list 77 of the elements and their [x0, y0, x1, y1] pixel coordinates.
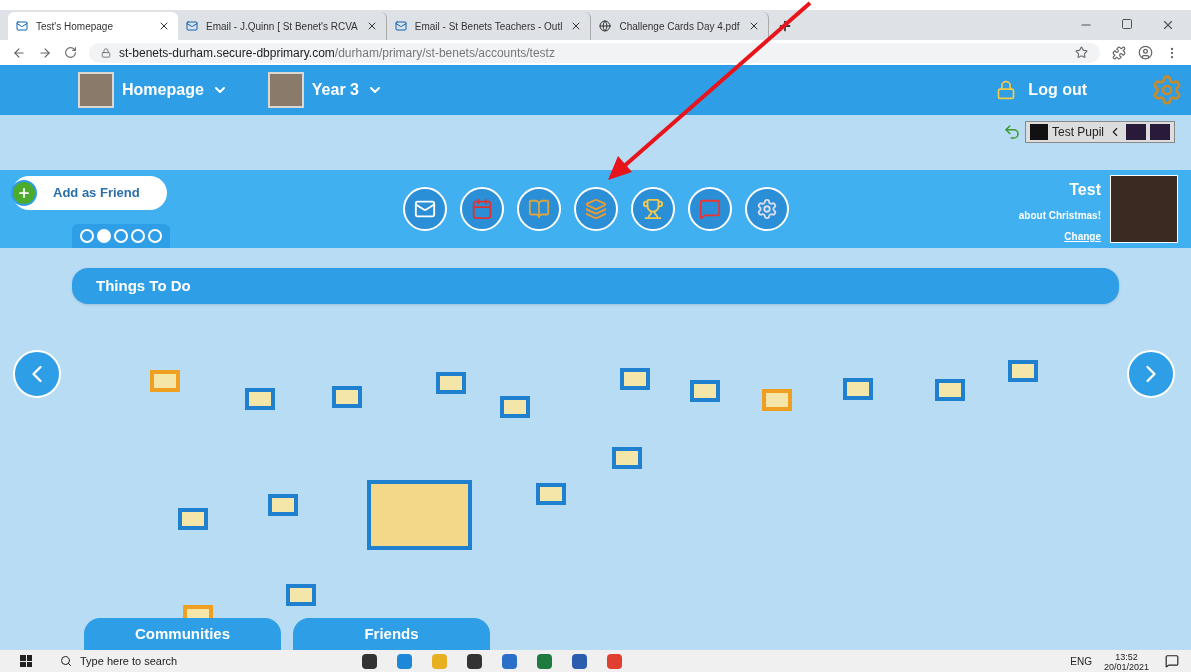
next-button[interactable]	[1127, 350, 1175, 398]
back-arrow-icon[interactable]	[1002, 123, 1021, 141]
photo-placeholder	[78, 72, 114, 108]
clock-time: 13:52	[1115, 652, 1138, 662]
section-title: Things To Do	[96, 275, 191, 296]
restore-icon[interactable]	[1121, 18, 1133, 30]
avatar-placeholder	[1150, 124, 1170, 140]
thumbnail-placeholder[interactable]	[690, 380, 720, 402]
profile-status: about Christmas!	[1018, 209, 1101, 223]
search-icon	[60, 655, 72, 667]
browser-tab[interactable]: Test's Homepage	[8, 12, 178, 40]
toolbar-button[interactable]	[630, 187, 675, 231]
thumbnail-placeholder[interactable]	[150, 370, 180, 392]
toolbar-icon	[584, 198, 607, 220]
thumbnail-placeholder[interactable]	[843, 378, 873, 400]
address-bar[interactable]: st-benets-durham.secure-dbprimary.com/durham/primary/st-benets/accounts/testz	[89, 42, 1100, 63]
mail-icon	[394, 20, 407, 32]
toolbar-button[interactable]	[573, 187, 618, 231]
toolbar-icon	[413, 198, 436, 220]
photo-placeholder	[267, 72, 304, 108]
back-icon[interactable]	[12, 45, 26, 60]
clock-date: 20/01/2021	[1103, 662, 1149, 672]
previous-button[interactable]	[13, 350, 61, 398]
toolbar-button[interactable]	[744, 187, 789, 231]
toolbar-button[interactable]	[516, 187, 561, 231]
toolbar-button[interactable]	[402, 187, 447, 231]
profile-name: Test	[1069, 180, 1101, 200]
url-path: /durham/primary/st-benets/accounts/testz	[334, 44, 555, 62]
mail-icon	[16, 20, 28, 32]
thumbnail-placeholder[interactable]	[245, 388, 275, 410]
mail-icon	[186, 20, 198, 32]
taskbar-search[interactable]: Type here to search	[52, 652, 312, 670]
thumbnail-placeholder[interactable]	[286, 584, 316, 606]
thumbnail-placeholder[interactable]	[436, 372, 466, 394]
app-icon[interactable]	[362, 653, 377, 669]
notifications-icon[interactable]	[1165, 654, 1179, 668]
toolbar-icon	[470, 198, 493, 220]
thumbnail-placeholder[interactable]	[332, 386, 362, 408]
toolbar-button[interactable]	[459, 187, 504, 231]
app-icon[interactable]	[467, 653, 482, 669]
toolbar-icon	[641, 198, 664, 220]
url-host: st-benets-durham.secure-dbprimary.com	[119, 44, 335, 62]
toolbar-icon	[755, 198, 778, 220]
add-friend-button[interactable]: Add as Friend	[12, 176, 167, 210]
photo-placeholder	[1110, 175, 1178, 243]
close-icon[interactable]	[158, 20, 170, 32]
thumbnail-placeholder[interactable]	[620, 368, 650, 390]
thumbnail-placeholder[interactable]	[183, 605, 213, 618]
thumbnail-placeholder[interactable]	[612, 447, 642, 469]
app-icon[interactable]	[537, 653, 552, 669]
app-icon[interactable]	[572, 653, 587, 669]
thumbnail-placeholder[interactable]	[268, 494, 298, 516]
avatar-placeholder	[1029, 124, 1048, 140]
globe-icon	[599, 20, 612, 32]
lock-icon	[101, 47, 111, 58]
padlock-icon	[996, 80, 1017, 100]
thumbnail-placeholder[interactable]	[536, 483, 566, 505]
plus-icon	[11, 180, 37, 206]
profile-icon[interactable]	[1138, 45, 1153, 60]
thumbnail-placeholder[interactable]	[178, 508, 208, 530]
thumbnail-placeholder[interactable]	[762, 389, 792, 411]
toolbar-icon	[527, 198, 550, 220]
pupil-switcher[interactable]: Test Pupil	[1024, 121, 1175, 143]
toolbar-icon	[698, 198, 721, 220]
thumbnail-placeholder[interactable]	[1008, 360, 1038, 382]
windows-icon[interactable]	[20, 655, 32, 667]
star-icon[interactable]	[1075, 46, 1088, 59]
close-icon[interactable]	[1161, 18, 1175, 32]
thumbnail-placeholder[interactable]	[500, 396, 530, 418]
extensions-icon[interactable]	[1112, 45, 1126, 60]
avatar-placeholder	[1126, 124, 1146, 140]
forward-icon[interactable]	[38, 45, 52, 60]
toolbar-button[interactable]	[687, 187, 732, 231]
language-indicator: ENG	[1070, 654, 1092, 669]
reload-icon[interactable]	[64, 46, 77, 59]
thumbnail-placeholder[interactable]	[935, 379, 965, 401]
featured-thumbnail-placeholder[interactable]	[367, 480, 472, 550]
